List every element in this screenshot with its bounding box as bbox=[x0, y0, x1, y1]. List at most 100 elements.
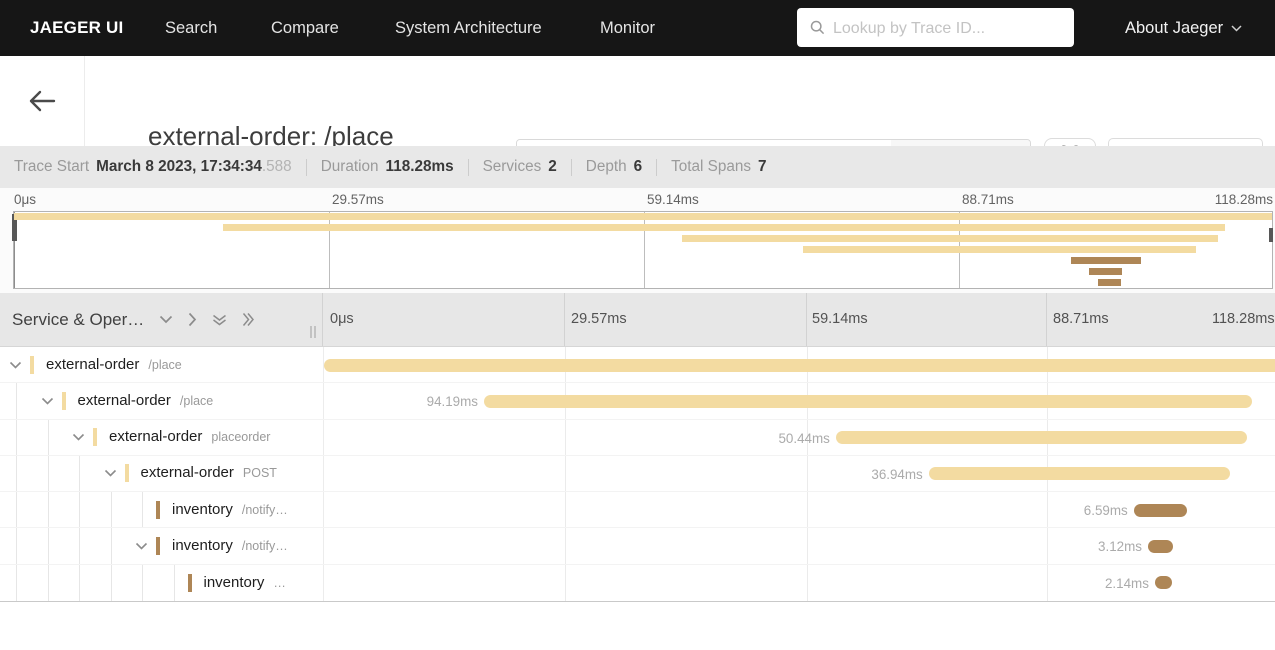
service-operation-header-label: Service & Oper… bbox=[12, 309, 145, 329]
span-collapse-icon[interactable] bbox=[9, 361, 22, 369]
viewport-right-scrubber[interactable] bbox=[1269, 228, 1273, 242]
minimap-axis-tick-label: 59.14ms bbox=[647, 192, 699, 207]
back-button[interactable] bbox=[0, 56, 85, 146]
jaeger-logo[interactable]: JAEGER UI bbox=[30, 0, 123, 56]
span-timeline-cell[interactable]: 94.19ms bbox=[323, 383, 1275, 419]
span-service-name: inventory bbox=[203, 573, 265, 591]
timeline-tick-label: 118.28ms bbox=[1212, 311, 1275, 327]
span-rows-container: external-order/place external-order/place… bbox=[0, 347, 1275, 602]
nav-item-compare[interactable]: Compare bbox=[271, 0, 339, 56]
span-name-cell[interactable]: inventory/notify… bbox=[0, 492, 323, 528]
timeline-gridline bbox=[1047, 564, 1048, 601]
total-spans-value: 7 bbox=[758, 158, 767, 175]
trace-start-label: Trace Start bbox=[14, 158, 90, 175]
tree-guide-line bbox=[79, 492, 80, 528]
expand-all-icon[interactable] bbox=[212, 314, 227, 326]
span-row[interactable]: inventory/notify… 3.12ms bbox=[0, 528, 1275, 565]
span-timeline-cell[interactable] bbox=[323, 347, 1275, 383]
span-row[interactable]: inventory … 2.14ms bbox=[0, 564, 1275, 601]
span-timeline-cell[interactable]: 50.44ms bbox=[323, 419, 1275, 455]
span-name-cell[interactable]: external-order placeorder bbox=[0, 419, 323, 455]
span-bar[interactable] bbox=[484, 394, 1252, 408]
depth-value: 6 bbox=[633, 158, 643, 175]
trace-summary-bar: Trace Start March 8 2023, 17:34:34.588 D… bbox=[0, 146, 1275, 188]
tree-guide-line bbox=[47, 528, 49, 564]
total-spans-label: Total Spans bbox=[671, 158, 752, 175]
span-service-name: external-order bbox=[46, 355, 140, 373]
span-bar[interactable] bbox=[928, 467, 1230, 481]
span-collapse-icon[interactable] bbox=[72, 433, 85, 441]
nav-item-search[interactable]: Search bbox=[165, 0, 217, 56]
tree-guide-line bbox=[47, 492, 49, 528]
span-name-text: external-order/place bbox=[78, 392, 214, 410]
minimap-axis-tick-label: 118.28ms bbox=[1214, 192, 1273, 207]
about-jaeger-label: About Jaeger bbox=[1125, 18, 1224, 37]
span-name-text: external-order/place bbox=[46, 356, 182, 374]
span-bar[interactable] bbox=[835, 431, 1247, 445]
about-jaeger-menu[interactable]: About Jaeger bbox=[1125, 0, 1242, 56]
span-row[interactable]: external-order/place 94.19ms bbox=[0, 383, 1275, 420]
column-divider bbox=[564, 293, 565, 346]
minimap-span-bar bbox=[803, 246, 1197, 253]
minimap-span-bar bbox=[681, 235, 1219, 242]
minimap-axis-tick-label: 29.57ms bbox=[332, 192, 384, 207]
span-row[interactable]: external-order POST 36.94ms bbox=[0, 455, 1275, 493]
span-bar[interactable] bbox=[324, 358, 1275, 372]
tree-guide-line bbox=[16, 455, 17, 492]
divider bbox=[570, 158, 572, 176]
span-row[interactable]: external-order/place bbox=[0, 347, 1275, 384]
span-timeline-cell[interactable]: 3.12ms bbox=[323, 528, 1275, 564]
span-bar[interactable] bbox=[1154, 576, 1173, 590]
tree-guide-line bbox=[79, 528, 80, 564]
chevron-down-icon bbox=[1231, 24, 1242, 32]
span-collapse-icon[interactable] bbox=[135, 542, 148, 550]
collapse-all-icon[interactable] bbox=[242, 312, 255, 327]
minimap-axis-tick-label: 0μs bbox=[14, 192, 37, 207]
span-operation-name: /place bbox=[179, 393, 214, 408]
tree-guide-line bbox=[173, 564, 175, 601]
span-bar[interactable] bbox=[1133, 503, 1188, 517]
duration-value: 118.28ms bbox=[385, 158, 454, 175]
span-name-text: inventory/notify… bbox=[172, 501, 288, 519]
span-duration-label: 3.12ms bbox=[1098, 539, 1142, 555]
duration-label: Duration bbox=[320, 158, 379, 175]
span-duration-label: 6.59ms bbox=[1083, 503, 1128, 519]
timeline-tick-label: 29.57ms bbox=[571, 311, 627, 327]
minimap-span-bar bbox=[222, 224, 1225, 231]
span-bar[interactable] bbox=[1148, 539, 1174, 553]
nav-item-system-architecture[interactable]: System Architecture bbox=[395, 0, 542, 56]
tree-guide-line bbox=[47, 455, 49, 492]
span-name-text: inventory … bbox=[204, 574, 286, 592]
span-name-cell[interactable]: inventory/notify… bbox=[0, 528, 323, 564]
span-service-name: external-order bbox=[77, 391, 171, 409]
span-timeline-cell[interactable]: 2.14ms bbox=[323, 564, 1275, 601]
span-row[interactable]: inventory/notify… 6.59ms bbox=[0, 492, 1275, 529]
span-timeline-cell[interactable]: 6.59ms bbox=[323, 492, 1275, 528]
nav-item-monitor[interactable]: Monitor bbox=[600, 0, 655, 56]
span-name-cell[interactable]: external-order/place bbox=[0, 383, 323, 419]
services-label: Services bbox=[482, 158, 542, 175]
column-resize-grip[interactable] bbox=[310, 326, 316, 338]
span-color-swatch bbox=[30, 355, 34, 374]
tree-guide-line bbox=[110, 564, 112, 601]
collapse-one-level-icon[interactable] bbox=[188, 312, 197, 327]
span-name-text: external-order placeorder bbox=[109, 428, 270, 446]
sort-caret-icon[interactable] bbox=[159, 315, 173, 324]
span-color-swatch bbox=[187, 573, 192, 592]
timeline-gridline bbox=[565, 564, 566, 601]
span-collapse-icon[interactable] bbox=[104, 469, 117, 478]
span-name-cell[interactable]: external-order POST bbox=[0, 455, 323, 492]
span-name-cell[interactable]: external-order/place bbox=[0, 347, 323, 382]
trace-id-search-input[interactable] bbox=[831, 8, 1065, 49]
span-operation-name: … bbox=[273, 575, 286, 590]
timeline-gridline bbox=[565, 492, 566, 528]
minimap-canvas[interactable] bbox=[12, 211, 1273, 289]
span-service-name: external-order bbox=[109, 428, 203, 446]
span-collapse-icon[interactable] bbox=[41, 397, 54, 405]
span-name-cell[interactable]: inventory … bbox=[0, 564, 323, 601]
timeline-tick-label: 59.14ms bbox=[812, 311, 868, 327]
span-service-name: external-order bbox=[140, 464, 234, 482]
span-row[interactable]: external-order placeorder 50.44ms bbox=[0, 419, 1275, 456]
span-timeline-cell[interactable]: 36.94ms bbox=[323, 455, 1275, 492]
span-table-header: Service & Oper… 0μs 29.57ms 59.14ms 88.71ms… bbox=[0, 293, 1275, 347]
